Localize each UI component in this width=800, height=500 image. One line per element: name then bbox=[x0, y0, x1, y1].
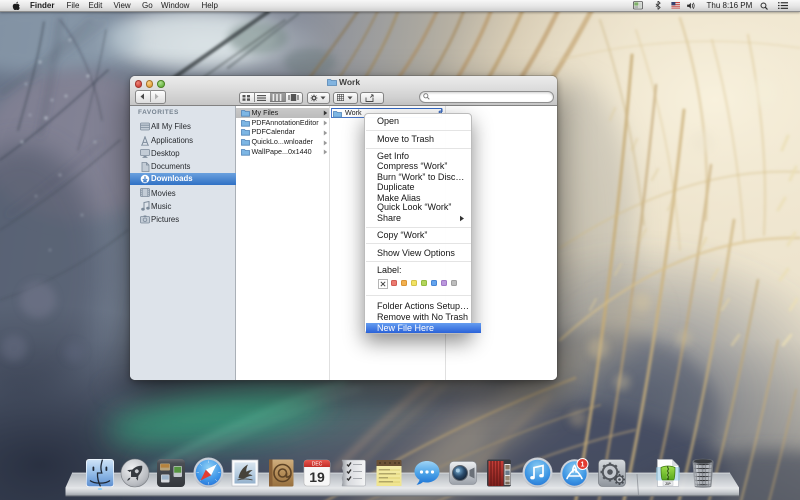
svg-text:19: 19 bbox=[309, 469, 325, 485]
svg-text:DEC: DEC bbox=[311, 462, 322, 468]
svg-text:ZIP: ZIP bbox=[665, 482, 671, 486]
svg-text:1: 1 bbox=[581, 461, 585, 468]
